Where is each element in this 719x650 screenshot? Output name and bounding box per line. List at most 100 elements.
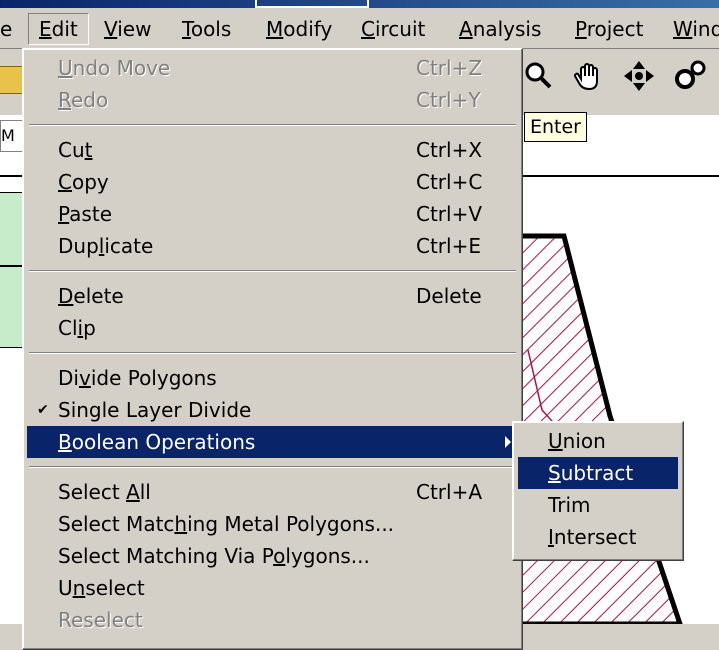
shortcut-label: Ctrl+C	[416, 170, 483, 194]
item-label: icate	[104, 234, 154, 258]
item-mnemonic: U	[58, 56, 73, 80]
menu-item-paste[interactable]: Paste Ctrl+V	[27, 198, 518, 230]
item-label: oolean Operations	[71, 430, 256, 454]
item-mnemonic: n	[72, 576, 86, 600]
item-mnemonic: t	[84, 138, 93, 162]
settings-icon[interactable]	[672, 59, 706, 93]
move-arrows-icon[interactable]	[622, 59, 656, 93]
menu-label: iew	[117, 17, 152, 41]
item-mnemonic: D	[58, 284, 74, 308]
open-folder-icon[interactable]	[0, 66, 23, 94]
title-bar-fragment	[255, 0, 369, 8]
menu-label: odify	[283, 17, 333, 41]
hand-pan-icon[interactable]	[572, 59, 606, 93]
shortcut-label: Ctrl+Z	[416, 56, 483, 80]
tooltip-text: Enter	[530, 116, 581, 138]
item-label: ntersect	[553, 525, 637, 549]
item-label: Dup	[58, 234, 99, 258]
menu-separator	[29, 466, 516, 468]
item-label: p	[83, 316, 96, 340]
item-label: U	[58, 576, 73, 600]
menu-item-undo-move[interactable]: Undo Move Ctrl+Z	[27, 52, 518, 84]
boolean-operations-submenu: Union Subtract Trim Intersect	[512, 421, 684, 561]
menu-modify[interactable]: Modify	[266, 14, 332, 44]
item-label: Select Matc	[58, 512, 175, 536]
menu-project[interactable]: Project	[575, 14, 643, 44]
menu-mnemonic: M	[266, 17, 284, 41]
item-label: ll	[139, 480, 151, 504]
menu-item-boolean-operations[interactable]: Boolean Operations	[27, 426, 518, 458]
menu-separator	[29, 270, 516, 272]
item-label: elete	[73, 284, 124, 308]
menu-label: ind	[692, 17, 719, 41]
menu-label: dit	[51, 17, 78, 41]
menu-mnemonic: E	[39, 17, 52, 41]
menu-analysis[interactable]: Analysis	[459, 14, 541, 44]
item-mnemonic: h	[174, 512, 188, 536]
zoom-icon[interactable]	[522, 59, 556, 93]
menu-file-fragment[interactable]: e	[0, 14, 12, 44]
menu-mnemonic: C	[361, 17, 375, 41]
layer-panel-fragment	[0, 266, 23, 348]
menu-item-duplicate[interactable]: Duplicate Ctrl+E	[27, 230, 518, 262]
menu-item-redo[interactable]: Redo Ctrl+Y	[27, 84, 518, 116]
submenu-item-subtract[interactable]: Subtract	[518, 457, 678, 489]
shortcut-label: Ctrl+A	[416, 480, 483, 504]
item-mnemonic: o	[273, 544, 286, 568]
item-mnemonic: v	[78, 366, 91, 390]
menu-label: roject	[586, 17, 644, 41]
menu-mnemonic: V	[104, 17, 118, 41]
item-label: nion	[562, 429, 606, 453]
checkmark-icon: ✔	[37, 402, 49, 418]
item-label: ide Polygons	[90, 366, 217, 390]
menu-item-clip[interactable]: Clip	[27, 312, 518, 344]
item-label: Select Matching Via P	[58, 544, 274, 568]
menu-item-copy[interactable]: Copy Ctrl+C	[27, 166, 518, 198]
item-label: select	[85, 576, 145, 600]
tooltip: Enter	[524, 112, 587, 142]
item-label: ing Metal Polygons...	[187, 512, 395, 536]
item-label: Cl	[58, 316, 78, 340]
menu-separator	[29, 124, 516, 126]
item-mnemonic: C	[58, 170, 72, 194]
item-label: ubtract	[560, 461, 634, 485]
menu-item-cut[interactable]: Cut Ctrl+X	[27, 134, 518, 166]
menu-item-reselect[interactable]: Reselect	[27, 604, 518, 636]
item-mnemonic: B	[58, 430, 72, 454]
document-tab[interactable]: M	[0, 120, 24, 152]
menu-circuit[interactable]: Circuit	[361, 14, 425, 44]
shortcut-label: Ctrl+V	[416, 202, 483, 226]
menu-item-select-all[interactable]: Select All Ctrl+A	[27, 476, 518, 508]
edit-menu: Undo Move Ctrl+Z Redo Ctrl+Y Cut Ctrl+X Cop…	[22, 48, 523, 650]
menu-item-single-layer-divide[interactable]: ✔ Single Layer Divide	[27, 394, 518, 426]
menu-edit[interactable]: Edit	[28, 13, 89, 45]
shortcut-label: Delete	[416, 284, 482, 308]
title-bar	[0, 0, 719, 8]
submenu-item-trim[interactable]: Trim	[518, 489, 678, 521]
menu-item-divide-polygons[interactable]: Divide Polygons	[27, 362, 518, 394]
item-label: lygons...	[285, 544, 370, 568]
menu-item-unselect[interactable]: Unselect	[27, 572, 518, 604]
menu-view[interactable]: View	[104, 14, 151, 44]
item-label: ndo Move	[72, 56, 171, 80]
menu-item-delete[interactable]: Delete Delete	[27, 280, 518, 312]
menu-item-select-matching-metal-polygons[interactable]: Select Matching Metal Polygons...	[27, 508, 518, 540]
tab-label: M	[1, 126, 15, 145]
menu-mnemonic: W	[673, 17, 693, 41]
item-label: Trim	[548, 493, 591, 517]
menu-tools[interactable]: Tools	[182, 14, 231, 44]
shortcut-label: Ctrl+Y	[416, 88, 481, 112]
menu-bar: e Edit View Tools Modify Circuit Analysi…	[0, 8, 719, 49]
menu-mnemonic: P	[575, 17, 587, 41]
item-mnemonic: S	[548, 461, 561, 485]
item-label: Select	[58, 480, 127, 504]
item-label: opy	[71, 170, 109, 194]
item-label: vide	[208, 398, 252, 422]
item-mnemonic: U	[548, 429, 563, 453]
item-label: Cu	[58, 138, 85, 162]
menu-mnemonic: A	[459, 17, 473, 41]
menu-window[interactable]: Wind	[673, 14, 719, 44]
menu-item-select-matching-via-polygons[interactable]: Select Matching Via Polygons...	[27, 540, 518, 572]
submenu-item-intersect[interactable]: Intersect	[518, 521, 678, 553]
submenu-item-union[interactable]: Union	[518, 425, 678, 457]
